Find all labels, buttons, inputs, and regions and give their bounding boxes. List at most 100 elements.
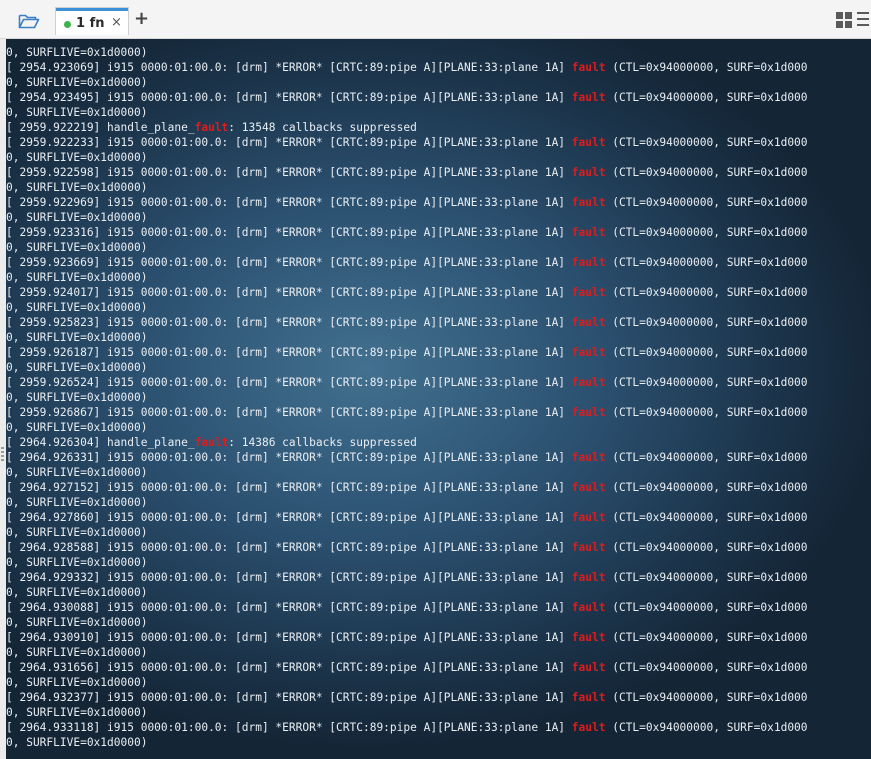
- terminal-line: [ 2964.927860] i915 0000:01:00.0: [drm] …: [6, 510, 871, 525]
- terminal-line: 0, SURFLIVE=0x1d0000): [6, 210, 871, 225]
- terminal-line: 0, SURFLIVE=0x1d0000): [6, 495, 871, 510]
- fault-highlight: fault: [194, 121, 229, 134]
- log-text: : 14386 callbacks suppressed: [228, 436, 417, 449]
- terminal-line: [ 2964.928588] i915 0000:01:00.0: [drm] …: [6, 540, 871, 555]
- terminal-line: 0, SURFLIVE=0x1d0000): [6, 45, 871, 60]
- terminal-line: 0, SURFLIVE=0x1d0000): [6, 75, 871, 90]
- log-text: [ 2954.923495] i915 0000:01:00.0: [drm] …: [6, 91, 572, 104]
- tab-bar: 1 fn × +: [0, 0, 871, 39]
- fault-highlight: fault: [571, 541, 606, 554]
- add-tab-button[interactable]: +: [134, 9, 149, 29]
- active-tab-indicator: [56, 8, 128, 11]
- fault-highlight: fault: [571, 256, 606, 269]
- fault-highlight: fault: [571, 136, 606, 149]
- terminal-line: 0, SURFLIVE=0x1d0000): [6, 105, 871, 120]
- log-text: [ 2964.929332] i915 0000:01:00.0: [drm] …: [6, 571, 572, 584]
- terminal-line: 0, SURFLIVE=0x1d0000): [6, 300, 871, 315]
- terminal-line: 0, SURFLIVE=0x1d0000): [6, 705, 871, 720]
- terminal-line: 0, SURFLIVE=0x1d0000): [6, 555, 871, 570]
- tab-1-fn[interactable]: 1 fn ×: [55, 7, 129, 35]
- grid-view-icon[interactable]: [836, 12, 852, 28]
- log-text: 0, SURFLIVE=0x1d0000): [6, 586, 148, 599]
- tab-label: 1 fn: [76, 16, 105, 31]
- log-text: (CTL=0x94000000, SURF=0x1d000: [605, 511, 808, 524]
- terminal-line: 0, SURFLIVE=0x1d0000): [6, 645, 871, 660]
- menu-icon[interactable]: [857, 12, 869, 28]
- log-text: 0, SURFLIVE=0x1d0000): [6, 181, 148, 194]
- log-text: 0, SURFLIVE=0x1d0000): [6, 496, 148, 509]
- log-text: (CTL=0x94000000, SURF=0x1d000: [605, 691, 808, 704]
- log-text: 0, SURFLIVE=0x1d0000): [6, 151, 148, 164]
- log-text: 0, SURFLIVE=0x1d0000): [6, 241, 148, 254]
- open-folder-button[interactable]: [14, 8, 44, 34]
- log-text: (CTL=0x94000000, SURF=0x1d000: [605, 481, 808, 494]
- log-text: (CTL=0x94000000, SURF=0x1d000: [605, 406, 808, 419]
- log-text: [ 2959.926187] i915 0000:01:00.0: [drm] …: [6, 346, 572, 359]
- terminal-line: 0, SURFLIVE=0x1d0000): [6, 240, 871, 255]
- terminal-line: 0, SURFLIVE=0x1d0000): [6, 735, 871, 750]
- terminal-line: 0, SURFLIVE=0x1d0000): [6, 525, 871, 540]
- fault-highlight: fault: [571, 601, 606, 614]
- log-text: (CTL=0x94000000, SURF=0x1d000: [605, 166, 808, 179]
- terminal-line: [ 2964.929332] i915 0000:01:00.0: [drm] …: [6, 570, 871, 585]
- terminal-line: 0, SURFLIVE=0x1d0000): [6, 465, 871, 480]
- log-text: (CTL=0x94000000, SURF=0x1d000: [605, 91, 808, 104]
- terminal-line: [ 2959.922233] i915 0000:01:00.0: [drm] …: [6, 135, 871, 150]
- log-text: (CTL=0x94000000, SURF=0x1d000: [605, 316, 808, 329]
- folder-icon: [18, 14, 40, 29]
- fault-highlight: fault: [571, 406, 606, 419]
- log-text: 0, SURFLIVE=0x1d0000): [6, 301, 148, 314]
- log-text: [ 2959.925823] i915 0000:01:00.0: [drm] …: [6, 316, 572, 329]
- log-text: 0, SURFLIVE=0x1d0000): [6, 736, 148, 749]
- fault-highlight: fault: [571, 721, 606, 734]
- close-tab-icon[interactable]: ×: [111, 15, 122, 30]
- terminal-line: [ 2959.926187] i915 0000:01:00.0: [drm] …: [6, 345, 871, 360]
- terminal-line: [ 2964.926331] i915 0000:01:00.0: [drm] …: [6, 450, 871, 465]
- fault-highlight: fault: [571, 376, 606, 389]
- terminal-line: 0, SURFLIVE=0x1d0000): [6, 675, 871, 690]
- log-text: [ 2959.924017] i915 0000:01:00.0: [drm] …: [6, 286, 572, 299]
- terminal-line: [ 2959.922598] i915 0000:01:00.0: [drm] …: [6, 165, 871, 180]
- fault-highlight: fault: [571, 286, 606, 299]
- log-text: (CTL=0x94000000, SURF=0x1d000: [605, 61, 808, 74]
- log-text: [ 2959.922598] i915 0000:01:00.0: [drm] …: [6, 166, 572, 179]
- terminal-line: 0, SURFLIVE=0x1d0000): [6, 585, 871, 600]
- terminal-line: [ 2964.927152] i915 0000:01:00.0: [drm] …: [6, 480, 871, 495]
- tab-status-dot: [64, 21, 71, 28]
- log-text: [ 2959.922219] handle_plane_: [6, 121, 195, 134]
- terminal-line: [ 2964.930910] i915 0000:01:00.0: [drm] …: [6, 630, 871, 645]
- log-text: : 13548 callbacks suppressed: [228, 121, 417, 134]
- log-text: 0, SURFLIVE=0x1d0000): [6, 106, 148, 119]
- log-text: [ 2964.927152] i915 0000:01:00.0: [drm] …: [6, 481, 572, 494]
- log-text: [ 2959.922233] i915 0000:01:00.0: [drm] …: [6, 136, 572, 149]
- log-text: 0, SURFLIVE=0x1d0000): [6, 46, 148, 59]
- log-text: [ 2959.922969] i915 0000:01:00.0: [drm] …: [6, 196, 572, 209]
- log-text: (CTL=0x94000000, SURF=0x1d000: [605, 571, 808, 584]
- log-text: (CTL=0x94000000, SURF=0x1d000: [605, 661, 808, 674]
- log-text: [ 2964.932377] i915 0000:01:00.0: [drm] …: [6, 691, 572, 704]
- log-text: [ 2964.927860] i915 0000:01:00.0: [drm] …: [6, 511, 572, 524]
- log-text: 0, SURFLIVE=0x1d0000): [6, 466, 148, 479]
- terminal-line: [ 2964.931656] i915 0000:01:00.0: [drm] …: [6, 660, 871, 675]
- log-text: (CTL=0x94000000, SURF=0x1d000: [605, 631, 808, 644]
- terminal-line: [ 2959.925823] i915 0000:01:00.0: [drm] …: [6, 315, 871, 330]
- fault-highlight: fault: [571, 346, 606, 359]
- terminal-line: [ 2959.926867] i915 0000:01:00.0: [drm] …: [6, 405, 871, 420]
- fault-highlight: fault: [571, 631, 606, 644]
- terminal-line: [ 2964.926304] handle_plane_fault: 14386…: [6, 435, 871, 450]
- log-text: (CTL=0x94000000, SURF=0x1d000: [605, 541, 808, 554]
- log-text: [ 2964.926331] i915 0000:01:00.0: [drm] …: [6, 451, 572, 464]
- resize-grip-icon[interactable]: [1, 447, 4, 461]
- terminal-output[interactable]: 0, SURFLIVE=0x1d0000) [ 2954.923069] i915…: [6, 39, 871, 759]
- log-text: [ 2959.926867] i915 0000:01:00.0: [drm] …: [6, 406, 572, 419]
- fault-highlight: fault: [571, 91, 606, 104]
- log-text: (CTL=0x94000000, SURF=0x1d000: [605, 136, 808, 149]
- log-text: 0, SURFLIVE=0x1d0000): [6, 361, 148, 374]
- log-text: [ 2954.923069] i915 0000:01:00.0: [drm] …: [6, 61, 572, 74]
- log-text: [ 2964.926304] handle_plane_: [6, 436, 195, 449]
- fault-highlight: fault: [571, 316, 606, 329]
- log-text: (CTL=0x94000000, SURF=0x1d000: [605, 286, 808, 299]
- log-text: (CTL=0x94000000, SURF=0x1d000: [605, 346, 808, 359]
- terminal-line: 0, SURFLIVE=0x1d0000): [6, 270, 871, 285]
- terminal-line: [ 2959.923669] i915 0000:01:00.0: [drm] …: [6, 255, 871, 270]
